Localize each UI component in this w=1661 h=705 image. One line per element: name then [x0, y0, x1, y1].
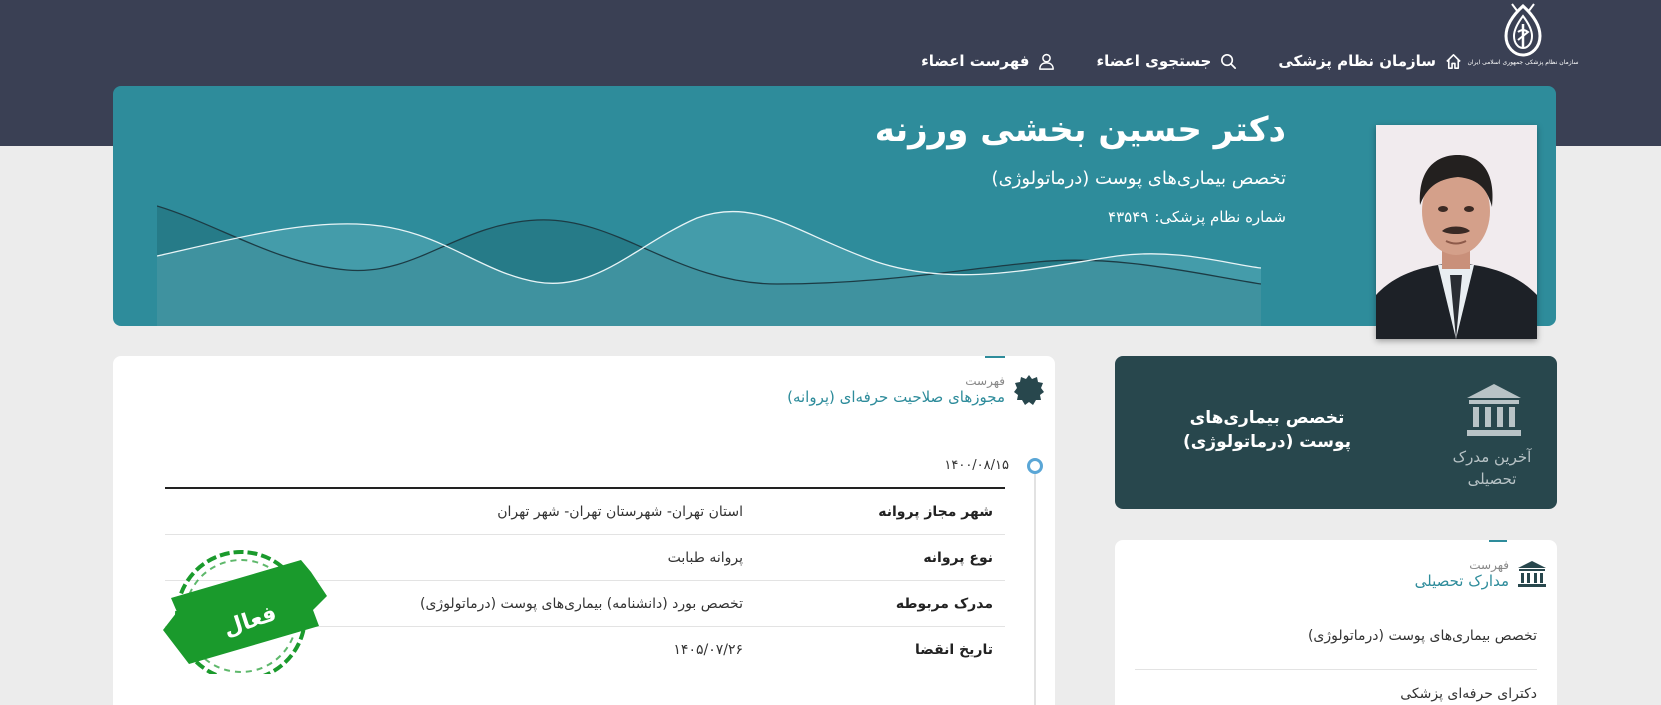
institution-icon	[1518, 561, 1546, 587]
card-subtitle: فهرست	[1469, 558, 1509, 572]
latest-degree-label: آخرین مدرک تحصیلی	[1452, 448, 1532, 488]
active-status-stamp: فعال	[163, 550, 327, 674]
card-title: مدارک تحصیلی	[1414, 572, 1509, 590]
table-row: شهر مجاز پروانه استان تهران- شهرستان تهر…	[165, 489, 1005, 535]
logo-text: سازمان نظام پزشکی جمهوری اسلامی ایران	[1467, 59, 1579, 66]
row-key: تاریخ انقضا	[915, 642, 993, 658]
education-card-header: فهرست مدارک تحصیلی	[1415, 558, 1547, 590]
row-key: نوع پروانه	[923, 549, 993, 566]
nav-item-member-list[interactable]: فهرست اعضاء	[921, 52, 1056, 71]
license-date: ۱۴۰۰/۰۸/۱۵	[944, 458, 1009, 473]
row-value: استان تهران- شهرستان تهران- شهر تهران	[497, 503, 743, 520]
medical-council-number: شماره نظام پزشکی: ۴۳۵۴۹	[1108, 208, 1286, 226]
number-value: ۴۳۵۴۹	[1108, 208, 1149, 226]
nav-label: فهرست اعضاء	[921, 52, 1030, 70]
institution-icon	[1467, 384, 1521, 436]
education-card: فهرست مدارک تحصیلی تخصص بیماری‌های پوست …	[1115, 540, 1557, 705]
card-subtitle: فهرست	[965, 374, 1005, 388]
doctor-photo	[1376, 125, 1537, 339]
timeline-dot	[1027, 458, 1043, 474]
education-item: دکترای حرفه‌ای پزشکی	[1400, 686, 1537, 702]
timeline-line	[1034, 466, 1036, 705]
card-top-accent	[985, 356, 1005, 358]
latest-degree-card: آخرین مدرک تحصیلی تخصص بیماری‌های پوست (…	[1115, 356, 1557, 509]
row-key: شهر مجاز پروانه	[878, 503, 993, 520]
card-top-accent	[1489, 540, 1507, 542]
latest-degree-value: تخصص بیماری‌های پوست (درماتولوژی)	[1182, 408, 1352, 452]
home-icon	[1446, 53, 1461, 69]
nav-item-member-search[interactable]: جستجوی اعضاء	[1096, 52, 1238, 71]
user-icon	[1039, 53, 1055, 70]
card-title: مجوزهای صلاحیت حرفه‌ای (پروانه)	[787, 388, 1005, 406]
main-nav: سازمان نظام پزشکی جستجوی اعضاء فهرست اعض…	[921, 48, 1463, 74]
badge-seal-icon	[1014, 375, 1044, 405]
license-card-header: فهرست مجوزهای صلاحیت حرفه‌ای (پروانه)	[787, 374, 1045, 406]
nav-item-medical-council[interactable]: سازمان نظام پزشکی	[1278, 52, 1463, 71]
profile-hero: دکتر حسین بخشی ورزنه تخصص بیماری‌های پوس…	[113, 86, 1556, 326]
site-logo[interactable]: سازمان نظام پزشکی جمهوری اسلامی ایران	[1467, 2, 1579, 72]
row-key: مدرک مربوطه	[895, 595, 993, 612]
medical-council-logo-icon	[1504, 3, 1542, 57]
doctor-name: دکتر حسین بخشی ورزنه	[874, 110, 1286, 150]
search-icon	[1221, 53, 1237, 69]
decorative-waves	[157, 205, 1261, 326]
number-label: شماره نظام پزشکی:	[1154, 208, 1286, 226]
education-item: تخصص بیماری‌های پوست (درماتولوژی)	[1135, 628, 1537, 670]
nav-label: جستجوی اعضاء	[1096, 52, 1212, 70]
doctor-portrait	[1376, 125, 1537, 339]
license-card: فهرست مجوزهای صلاحیت حرفه‌ای (پروانه) ۱۴…	[113, 356, 1055, 705]
nav-label: سازمان نظام پزشکی	[1278, 52, 1436, 70]
doctor-specialty: تخصص بیماری‌های پوست (درماتولوژی)	[991, 168, 1286, 189]
